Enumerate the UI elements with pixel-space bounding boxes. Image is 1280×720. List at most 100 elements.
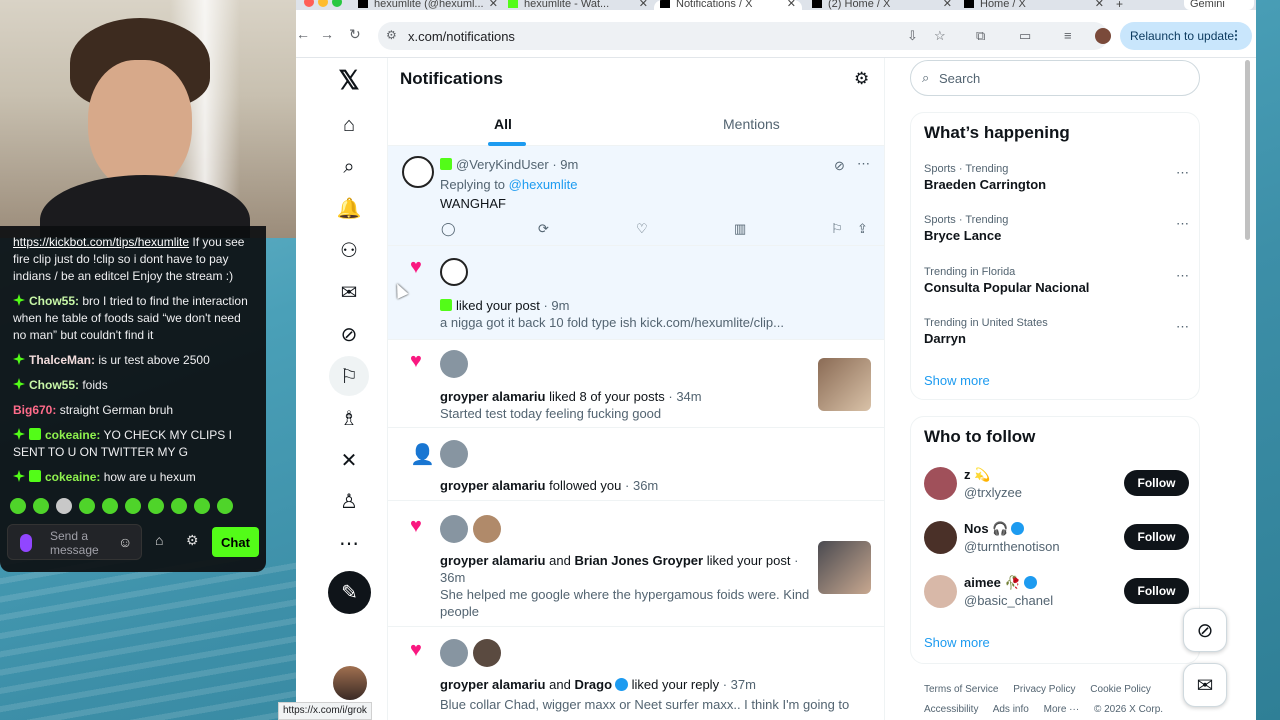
grok-fab-icon[interactable]: ⊘ [1183,608,1227,652]
user-name[interactable]: groyper alamariu [440,553,546,568]
browser-tab[interactable]: hexumlite (@hexuml... ✕ [358,0,498,10]
trend-item[interactable]: Trending in United States Darryn ⋯ [924,317,1189,346]
close-tab-icon[interactable]: ✕ [787,0,796,10]
post-thumbnail[interactable] [818,541,871,594]
trend-item[interactable]: Trending in Florida Consulta Popular Naci… [924,266,1189,295]
browser-tab[interactable]: Home / X ✕ [964,0,1104,10]
reply-icon[interactable]: ◯ [441,221,456,237]
chat-username[interactable]: ThalceMan: [29,353,95,367]
close-tab-icon[interactable]: ✕ [1095,0,1104,10]
footer-link[interactable]: Privacy Policy [1013,684,1075,695]
messages-mail-icon[interactable]: ✉ [329,272,369,312]
chat-username[interactable]: Chow55: [29,378,79,392]
x-logo-icon[interactable]: 𝕏 [329,60,369,100]
chat-username[interactable]: cokeaine: [45,470,100,484]
profile-avatar[interactable] [1095,28,1111,44]
grok-icon[interactable]: ⊘ [329,314,369,354]
scrollbar[interactable] [1245,60,1250,240]
notification-follow[interactable]: 👤 groyper alamariu followed you · 36m [388,428,884,501]
avatar[interactable] [440,639,468,667]
notification-like[interactable]: ♥ liked your post · 9m a nigga got it ba… [388,246,884,340]
profile-icon[interactable]: ♙ [329,481,369,521]
post-button[interactable]: ✎ [328,571,371,614]
follow-suggestion[interactable]: Nos 🎧 @turnthenotison Follow [924,521,1189,561]
bookmark-icon[interactable]: ⚐ [831,221,843,237]
close-window-icon[interactable] [304,0,314,7]
home-icon[interactable]: ⌂ [329,105,369,145]
footer-link[interactable]: More ··· [1044,704,1080,715]
forward-icon[interactable]: → [320,26,334,42]
premium-x-icon[interactable]: ✕ [329,440,369,480]
emote-icon[interactable] [10,498,26,514]
tab-mentions[interactable]: Mentions [723,116,780,132]
notification-like[interactable]: ♥ groyper alamariu and Drago liked your … [388,627,884,720]
extensions-icon[interactable]: ⧉ [976,28,985,44]
emoji-icon[interactable]: ☺ [118,534,132,550]
more-circle-icon[interactable]: ⋯ [329,523,369,563]
emote-icon[interactable] [33,498,49,514]
browser-tab-active[interactable]: Notifications / X ✕ [654,0,802,10]
reply-handle[interactable]: @VeryKindUser [456,157,549,172]
follow-button[interactable]: Follow [1124,524,1189,550]
jobs-icon[interactable]: ♗ [329,398,369,438]
user-name[interactable]: groyper alamariu [440,478,546,493]
trend-item[interactable]: Sports · Trending Bryce Lance ⋯ [924,214,1189,243]
user-name[interactable]: Drago [574,677,612,692]
back-icon[interactable]: ← [296,26,310,42]
gemini-button[interactable]: Gemini [1184,0,1254,10]
minimize-window-icon[interactable] [318,0,328,7]
tab-all[interactable]: All [494,116,512,132]
follow-button[interactable]: Follow [1124,578,1189,604]
install-app-icon[interactable]: ⇩ [907,28,918,44]
post-thumbnail[interactable] [818,358,871,411]
site-info-icon[interactable]: ⚙ [386,28,400,42]
emote-icon[interactable] [217,498,233,514]
footer-link[interactable]: Ads info [993,704,1029,715]
more-icon[interactable]: ⋯ [1176,216,1189,232]
browser-tab[interactable]: hexumlite - Wat... ✕ [508,0,648,10]
follow-show-more[interactable]: Show more [924,635,990,650]
replying-to-handle[interactable]: @hexumlite [509,177,578,192]
emote-icon[interactable] [148,498,164,514]
reload-icon[interactable]: ↻ [349,26,361,43]
address-bar[interactable]: ⚙ x.com/notifications [378,22,1108,50]
share-icon[interactable]: ⇪ [857,221,868,237]
user-name[interactable]: groyper alamariu [440,389,546,404]
avatar[interactable] [440,258,468,286]
notification-like[interactable]: ♥ groyper alamariu and Brian Jones Groyp… [388,501,884,627]
avatar[interactable] [402,156,434,188]
tip-link[interactable]: https://kickbot.com/tips/hexumlite [13,235,189,249]
bookmark-star-icon[interactable]: ☆ [934,28,946,44]
more-menu-icon[interactable]: ⋮ [1230,28,1242,42]
more-icon[interactable]: ⋯ [1176,319,1189,335]
emote-icon[interactable] [194,498,210,514]
user-name[interactable]: Brian Jones Groyper [574,553,703,568]
avatar[interactable] [440,350,468,378]
follow-icon[interactable]: ⚇ [329,230,369,270]
bookmarks-icon[interactable]: ⚐ [329,356,369,396]
account-avatar[interactable] [333,666,367,700]
chat-username[interactable]: Chow55: [29,294,79,308]
close-tab-icon[interactable]: ✕ [489,0,498,10]
new-tab-icon[interactable]: + [1116,0,1136,10]
emote-icon[interactable] [102,498,118,514]
close-tab-icon[interactable]: ✕ [639,0,648,10]
avatar[interactable] [924,521,957,554]
emote-icon[interactable] [79,498,95,514]
search-input[interactable]: ⌕ Search [910,60,1200,96]
chat-send-button[interactable]: Chat [212,527,259,557]
follow-suggestion[interactable]: aimee 🥀 @basic_chanel Follow [924,575,1189,615]
notification-reply[interactable]: @VeryKindUser · 9m Replying to @hexumlit… [388,146,884,246]
like-icon[interactable]: ♡ [636,221,648,237]
maximize-window-icon[interactable] [332,0,342,7]
more-icon[interactable]: ⋯ [1176,165,1189,181]
browser-tab[interactable]: (2) Home / X ✕ [812,0,952,10]
search-icon[interactable]: ⌕ [329,147,369,187]
views-icon[interactable]: ▥ [734,221,746,237]
avatar[interactable] [924,467,957,500]
footer-link[interactable]: Accessibility [924,704,978,715]
emote-icon[interactable] [125,498,141,514]
media-controls-icon[interactable]: ≡ [1064,28,1072,43]
avatar[interactable] [440,440,468,468]
chat-username[interactable]: cokeaine: [45,428,100,442]
